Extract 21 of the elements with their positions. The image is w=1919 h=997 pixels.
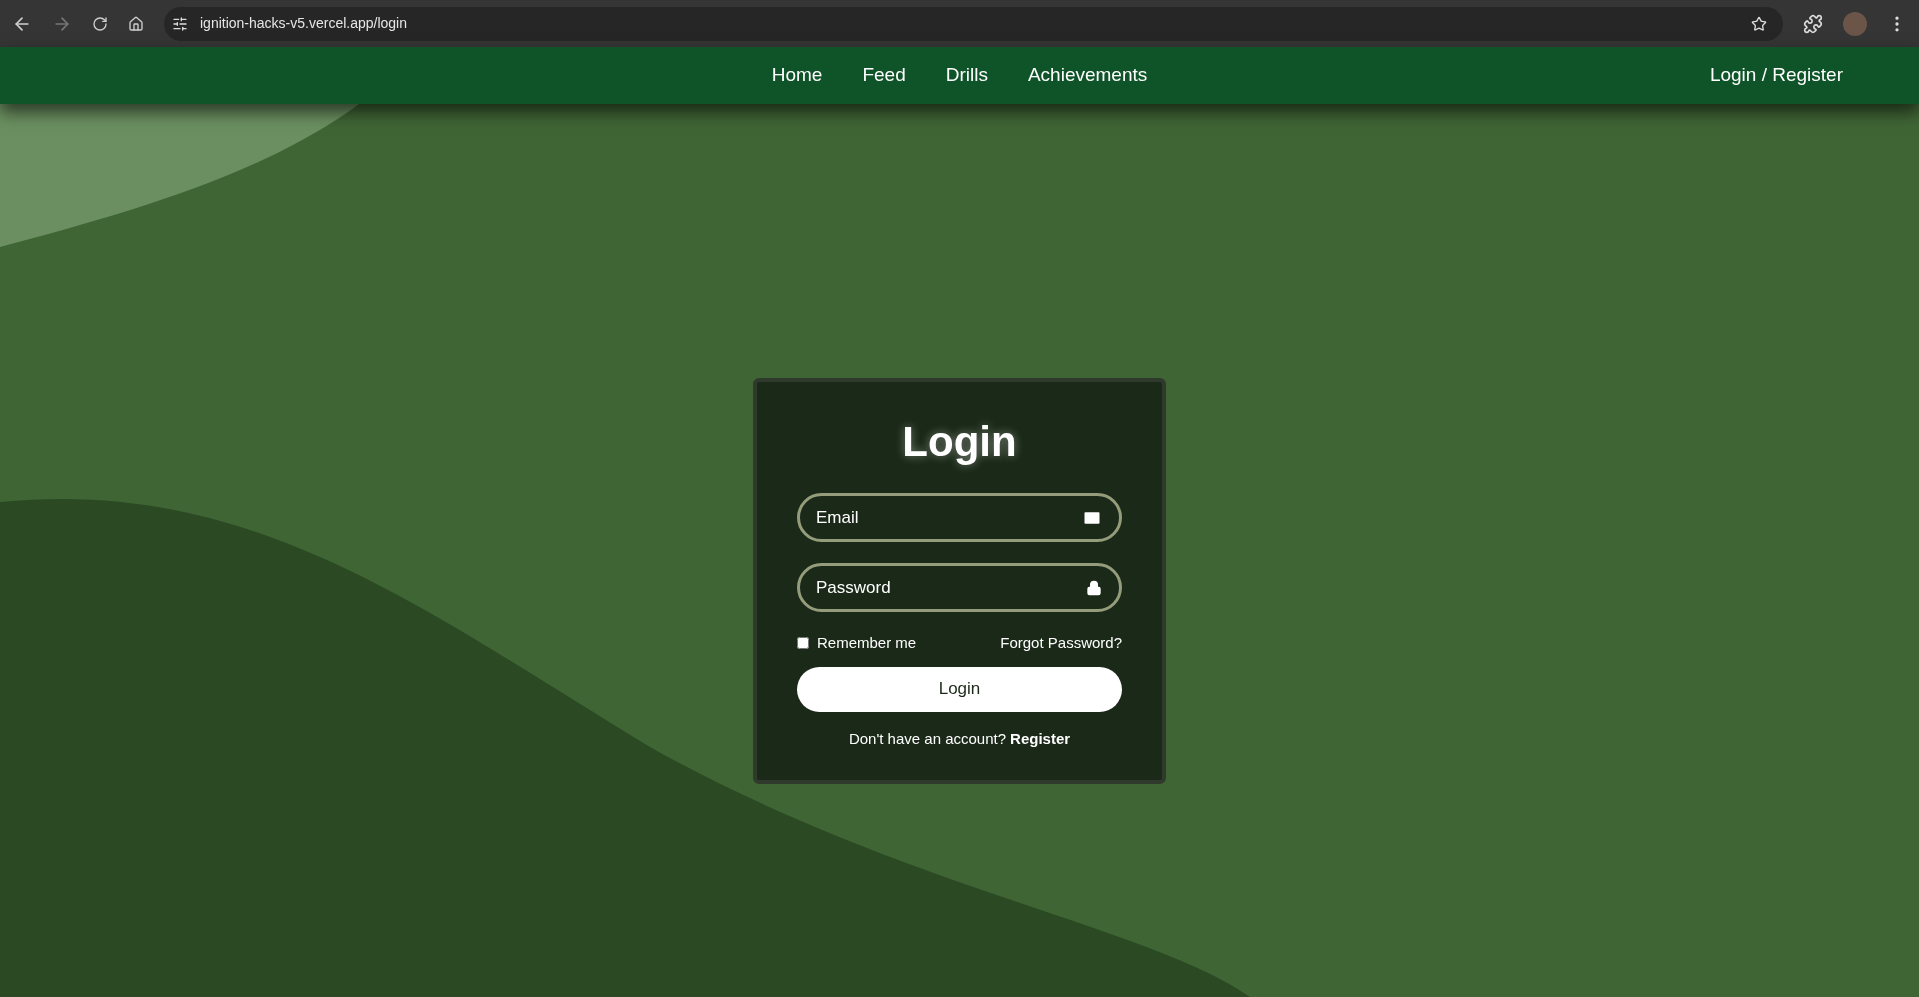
input-field[interactable]: Password <box>797 563 1122 612</box>
home-icon[interactable] <box>128 15 144 32</box>
login-button[interactable]: Login <box>797 666 1122 712</box>
address-bar[interactable]: ignition-hacks-v5.vercel.app/login <box>164 6 1783 41</box>
forgot-password-link[interactable]: Forgot Password? <box>1000 632 1122 655</box>
login-register-link[interactable]: Login / Register <box>1709 61 1843 90</box>
reload-icon[interactable] <box>92 15 108 32</box>
remember-label: Remember me <box>817 633 917 653</box>
input-field[interactable]: Email <box>797 493 1122 542</box>
nav-link[interactable]: Feed <box>862 61 906 90</box>
extensions-icon[interactable] <box>1803 13 1823 34</box>
url-text: ignition-hacks-v5.vercel.app/login <box>200 14 408 33</box>
nav-link[interactable]: Drills <box>945 61 988 90</box>
nav-link[interactable]: Home <box>771 61 823 90</box>
nav-link[interactable]: Achievements <box>1027 61 1148 90</box>
signup-prompt: Don't have an account? <box>848 728 1007 749</box>
remember-checkbox[interactable] <box>797 637 809 650</box>
site-settings-icon[interactable] <box>172 15 188 32</box>
bookmark-star-icon[interactable] <box>1751 15 1767 32</box>
register-link[interactable]: Register <box>1010 727 1071 750</box>
login-title: Login <box>902 417 1017 467</box>
